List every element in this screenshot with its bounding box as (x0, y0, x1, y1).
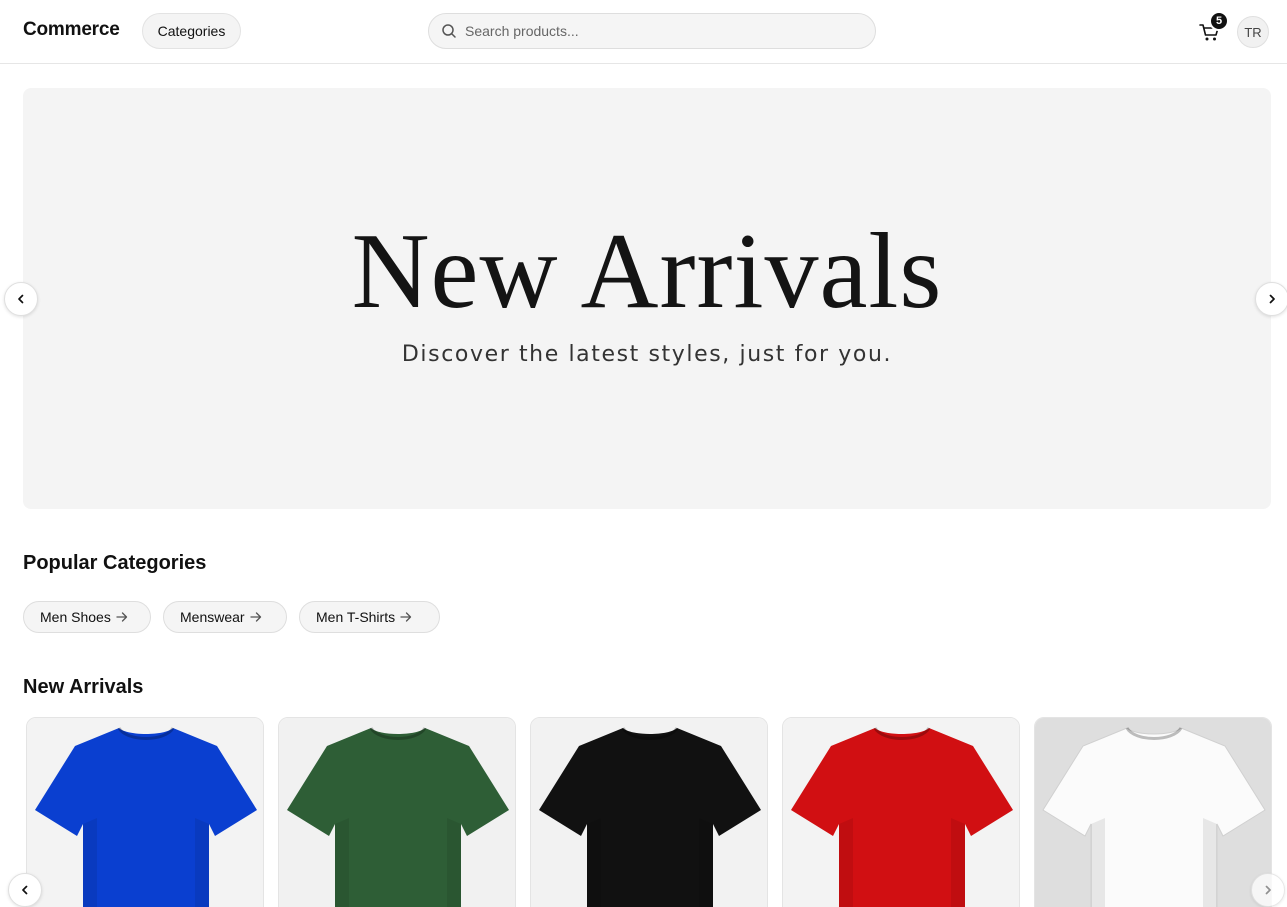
chip-label: Menswear (180, 609, 245, 625)
categories-button[interactable]: Categories (142, 13, 241, 49)
chevron-right-icon (1269, 294, 1275, 304)
hero-banner[interactable]: New Arrivals Discover the latest styles,… (23, 88, 1271, 509)
product-card[interactable] (278, 717, 516, 907)
chevron-left-icon (18, 294, 24, 304)
search-input[interactable] (465, 23, 865, 39)
blue-tshirt-image (27, 718, 263, 907)
product-card[interactable] (782, 717, 1020, 907)
brand-logo[interactable]: Commerce (23, 19, 120, 41)
product-card[interactable] (1034, 717, 1272, 907)
arrow-right-icon (400, 612, 412, 622)
search-bar[interactable] (428, 13, 876, 49)
arrivals-prev-button[interactable] (8, 873, 42, 907)
search-icon (442, 24, 456, 38)
arrow-right-icon (249, 612, 261, 622)
green-tshirt-image (279, 718, 515, 907)
hero-prev-button[interactable] (4, 282, 38, 316)
white-tshirt-image (1035, 718, 1271, 907)
top-header: Commerce Categories 5 TR (0, 0, 1287, 64)
product-card[interactable] (26, 717, 264, 907)
cart-count-badge: 5 (1209, 11, 1229, 31)
product-card[interactable] (530, 717, 768, 907)
black-tshirt-image (531, 718, 767, 907)
category-chip-men-tshirts[interactable]: Men T-Shirts (299, 601, 440, 633)
new-arrivals-heading: New Arrivals (23, 676, 144, 698)
arrivals-next-button[interactable] (1251, 873, 1285, 907)
hero-title: New Arrivals (351, 212, 943, 331)
chip-label: Men Shoes (40, 609, 111, 625)
category-chip-menswear[interactable]: Menswear (163, 601, 287, 633)
hero-subtitle: Discover the latest styles, just for you… (401, 342, 893, 367)
chevron-left-icon (22, 885, 28, 895)
chevron-right-icon (1265, 885, 1271, 895)
arrow-right-icon (116, 612, 127, 622)
hero-next-button[interactable] (1255, 282, 1287, 316)
category-chip-men-shoes[interactable]: Men Shoes (23, 601, 151, 633)
red-tshirt-image (783, 718, 1019, 907)
user-avatar[interactable]: TR (1237, 16, 1269, 48)
popular-categories-heading: Popular Categories (23, 552, 207, 574)
chip-label: Men T-Shirts (316, 609, 396, 625)
